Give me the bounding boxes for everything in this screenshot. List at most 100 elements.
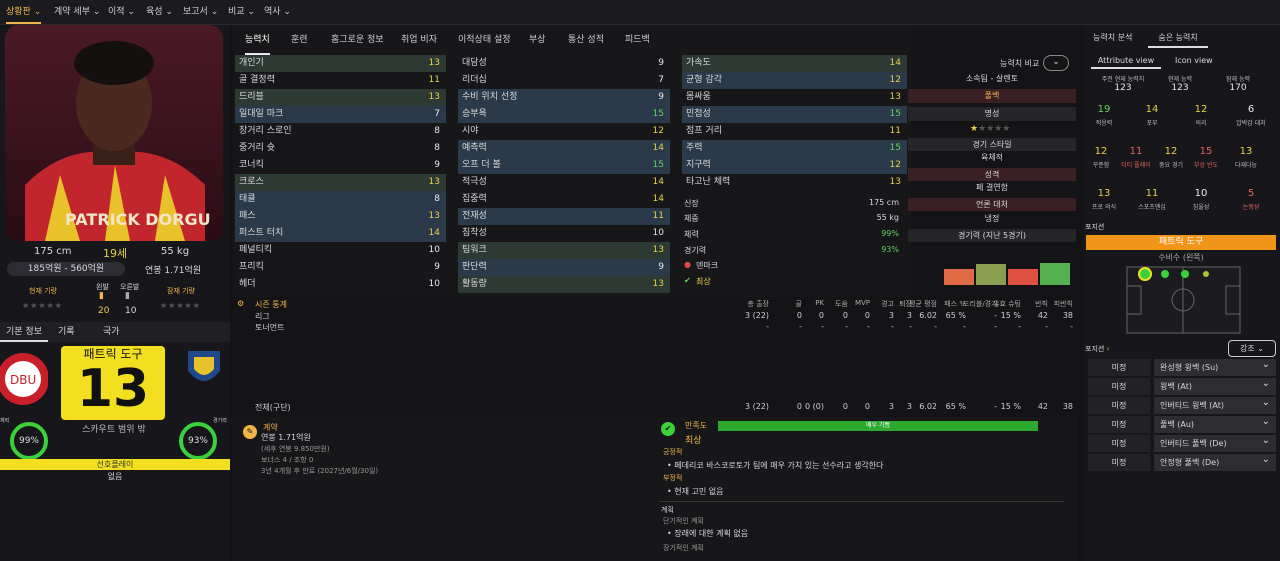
attribute-row[interactable]: 페널티킥 10: [235, 242, 446, 259]
role-dropdown[interactable]: 풀백 (Au): [1154, 413, 1276, 433]
attribute-name: 퍼스트 터치: [239, 228, 284, 238]
tab-records[interactable]: 기록: [58, 322, 75, 342]
attribute-row[interactable]: 적극성 14: [458, 174, 670, 191]
attribute-row[interactable]: 크로스 13: [235, 174, 446, 191]
tab-feedback[interactable]: 피드백: [625, 25, 650, 55]
stats-header[interactable]: 패스 %: [932, 299, 966, 309]
role-row[interactable]: 미정 인버티드 윙백 (At): [1088, 394, 1276, 414]
attribute-row[interactable]: 민첩성 15: [682, 106, 907, 123]
attribute-value: 15: [889, 143, 901, 153]
menu-contract[interactable]: 계약 세부 ⌄: [54, 0, 100, 24]
menu-development[interactable]: 육성 ⌄: [146, 0, 173, 24]
tab-training[interactable]: 훈련: [291, 25, 308, 55]
attribute-row[interactable]: 예측력 14: [458, 140, 670, 157]
tab-career-stats[interactable]: 통산 성적: [568, 25, 604, 55]
attribute-row[interactable]: 프리킥 9: [235, 259, 446, 276]
tab-hidden-attributes[interactable]: 숨은 능력치: [1148, 28, 1208, 48]
tab-injury[interactable]: 부상: [529, 25, 546, 55]
menu-reports[interactable]: 보고서 ⌄: [183, 0, 218, 24]
attribute-row[interactable]: 판단력 9: [458, 259, 670, 276]
attribute-row[interactable]: 점프 거리 11: [682, 123, 907, 140]
role-row[interactable]: 미정 안정형 풀백 (De): [1088, 451, 1276, 471]
tab-attributes[interactable]: 능력치: [245, 25, 270, 55]
attribute-row[interactable]: 코너킥 9: [235, 157, 446, 174]
attribute-row[interactable]: 승부욕 15: [458, 106, 670, 123]
attribute-row[interactable]: 패스 13: [235, 208, 446, 225]
jersey-number: 13: [76, 359, 150, 419]
tab-icon-view[interactable]: Icon view: [1175, 53, 1213, 69]
tab-attribute-analysis[interactable]: 능력치 분석: [1093, 32, 1132, 43]
role-dropdown[interactable]: 인버티드 풀백 (De): [1154, 432, 1276, 452]
attribute-row[interactable]: 시야 12: [458, 123, 670, 140]
role-dropdown[interactable]: 윙백 (At): [1154, 375, 1276, 395]
menu-transfer[interactable]: 이적 ⌄: [108, 0, 135, 24]
hidden-attribute-value: 13: [1239, 146, 1253, 157]
attribute-value: 10: [428, 279, 440, 289]
attribute-row[interactable]: 헤더 10: [235, 276, 446, 293]
hidden-attribute-label: 적응력: [1095, 120, 1113, 127]
hidden-attribute-value: 19: [1097, 104, 1111, 115]
role-dropdown[interactable]: 안정형 풀백 (De): [1154, 451, 1276, 471]
tab-basic-info[interactable]: 기본 정보: [0, 322, 48, 342]
tab-attribute-view[interactable]: Attribute view: [1091, 53, 1161, 69]
role-row[interactable]: 미정 윙백 (At): [1088, 375, 1276, 395]
menu-history[interactable]: 역사 ⌄: [264, 0, 291, 24]
attribute-row[interactable]: 지구력 12: [682, 157, 907, 174]
attribute-row[interactable]: 침착성 10: [458, 225, 670, 242]
attribute-row[interactable]: 일대일 마크 7: [235, 106, 446, 123]
role-row[interactable]: 미정 풀백 (Au): [1088, 413, 1276, 433]
role-row[interactable]: 미정 완성형 윙백 (Su): [1088, 356, 1276, 376]
stats-header[interactable]: 피반칙: [1039, 299, 1073, 309]
attribute-value: 9: [434, 262, 440, 272]
attribute-row[interactable]: 몸싸움 13: [682, 89, 907, 106]
role-dropdown[interactable]: 인버티드 윙백 (At): [1154, 394, 1276, 414]
attribute-row[interactable]: 리더십 7: [458, 72, 670, 89]
attribute-row[interactable]: 수비 위치 선정 9: [458, 89, 670, 106]
attribute-row[interactable]: 중거리 슛 8: [235, 140, 446, 157]
attribute-row[interactable]: 주력 15: [682, 140, 907, 157]
hidden-attribute: 14 포부: [1131, 104, 1173, 127]
menu-compare[interactable]: 비교 ⌄: [228, 0, 255, 24]
attribute-name: 타고난 체력: [686, 177, 731, 187]
attribute-row[interactable]: 태클 8: [235, 191, 446, 208]
stats-header[interactable]: 총 출장: [735, 299, 769, 309]
role-row[interactable]: 미정 인버티드 풀백 (De): [1088, 432, 1276, 452]
club-badge-icon: [188, 351, 220, 381]
attribute-row[interactable]: 퍼스트 터치 14: [235, 225, 446, 242]
player-photo: PATRICK DORGU: [5, 25, 223, 241]
weight-label: 체중: [684, 214, 699, 223]
attribute-row[interactable]: 드리블 13: [235, 89, 446, 106]
tab-homegrown[interactable]: 홈그로운 정보: [331, 25, 384, 55]
attribute-row[interactable]: 균형 감각 12: [682, 72, 907, 89]
attribute-row[interactable]: 전재성 11: [458, 208, 670, 225]
hidden-attribute-label: 중요 경기: [1159, 162, 1183, 169]
attribute-row[interactable]: 오프 더 볼 15: [458, 157, 670, 174]
attribute-row[interactable]: 골 결정력 11: [235, 72, 446, 89]
analysis-panel: 능력치 분석 숨은 능력치 Attribute view Icon view 주…: [1083, 25, 1280, 561]
form-bar-1: [944, 269, 974, 285]
attribute-name: 점프 거리: [686, 126, 722, 136]
attribute-row[interactable]: 장거리 스로인 8: [235, 123, 446, 140]
tab-nation[interactable]: 국가: [103, 322, 120, 342]
role-dropdown[interactable]: 완성형 윙백 (Su): [1154, 356, 1276, 376]
role-sort-dropdown[interactable]: 강조 ⌄: [1228, 340, 1276, 357]
attribute-row[interactable]: 개인기 13: [235, 55, 446, 72]
personality-value: 페 결연함: [976, 183, 1008, 192]
contract-wage: 연봉 1.71억원: [261, 433, 311, 442]
short-plan-label: 단기적인 계획: [663, 517, 704, 525]
attribute-row[interactable]: 팀워크 13: [458, 242, 670, 259]
attribute-row[interactable]: 타고난 체력 13: [682, 174, 907, 191]
hidden-attribute-value: 5: [1247, 188, 1255, 199]
attribute-row[interactable]: 활동량 13: [458, 276, 670, 293]
attribute-row[interactable]: 대담성 9: [458, 55, 670, 72]
attribute-row[interactable]: 집중력 14: [458, 191, 670, 208]
menu-overview[interactable]: 상황판 ⌄: [6, 0, 42, 24]
compare-dropdown-icon[interactable]: ⌄: [1043, 55, 1069, 71]
negative-text: 현재 고민 없음: [674, 487, 724, 496]
attribute-row[interactable]: 가속도 14: [682, 55, 907, 72]
season-stats-title[interactable]: 시즌 통계: [255, 299, 287, 310]
tab-work-permit[interactable]: 취업 비자: [401, 25, 437, 55]
player-age: 19세: [103, 247, 128, 260]
happiness-title[interactable]: 만족도: [685, 420, 707, 431]
tab-transfer-status[interactable]: 이적상태 설정: [458, 25, 511, 55]
